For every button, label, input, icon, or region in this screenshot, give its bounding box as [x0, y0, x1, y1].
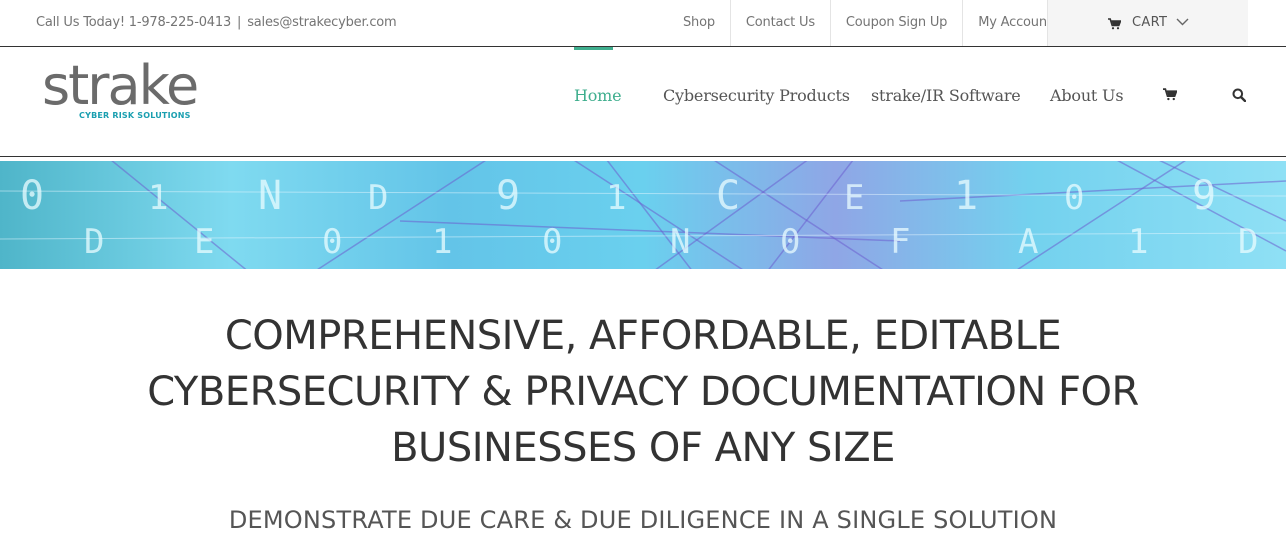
hero-subtitle: DEMONSTRATE DUE CARE & DUE DILIGENCE IN …: [228, 506, 1058, 534]
headline-line-2: CYBERSECURITY & PRIVACY DOCUMENTATION FO…: [147, 369, 1139, 415]
secondary-menu: Shop Contact Us Coupon Sign Up My Accoun…: [668, 0, 1067, 46]
banner-glyph: 1: [954, 173, 978, 219]
chevron-down-icon: [1176, 15, 1189, 34]
banner-glyph: D: [368, 178, 388, 218]
banner-glyph: 0: [1064, 178, 1084, 218]
banner-glyph: 0: [322, 222, 342, 262]
hero-headline: COMPREHENSIVE, AFFORDABLE, EDITABLE CYBE…: [0, 308, 1286, 476]
banner-glyph: E: [844, 178, 864, 218]
banner-glyph: 1: [1128, 222, 1148, 262]
nav-cart-icon[interactable]: [1163, 88, 1178, 106]
headline-line-3: BUSINESSES OF ANY SIZE: [391, 425, 895, 471]
banner-glyph: F: [890, 222, 910, 262]
headline-line-1: COMPREHENSIVE, AFFORDABLE, EDITABLE: [224, 313, 1062, 359]
top-menu-shop[interactable]: Shop: [668, 0, 730, 46]
banner-glyph: 1: [148, 178, 168, 218]
contact-info: Call Us Today! 1-978-225-0413 | sales@stra…: [36, 15, 397, 30]
search-icon[interactable]: [1232, 88, 1247, 107]
banner-glyph: D: [84, 222, 104, 262]
banner-glyph: 0: [542, 222, 562, 262]
active-nav-indicator: [574, 47, 613, 50]
main-header: strake CYBER RISK SOLUTIONS Home Cyberse…: [0, 47, 1286, 157]
contact-separator: |: [237, 15, 242, 30]
banner-glyph: 9: [1192, 173, 1216, 219]
top-bar: Call Us Today! 1-978-225-0413 | sales@stra…: [0, 0, 1286, 47]
banner-glyph: C: [716, 173, 740, 219]
banner-glyph: N: [670, 222, 690, 262]
nav-cybersecurity-products[interactable]: Cybersecurity Products: [663, 86, 850, 105]
banner-glyph: N: [258, 173, 282, 219]
nav-strake-ir-software[interactable]: strake/IR Software: [871, 86, 1021, 105]
email-link[interactable]: sales@strakecyber.com: [247, 15, 397, 30]
nav-about-us[interactable]: About Us: [1050, 86, 1124, 105]
cart-label: CART: [1132, 15, 1168, 30]
logo-wordmark: strake: [42, 54, 199, 117]
cart-dropdown-button[interactable]: CART: [1047, 0, 1248, 46]
top-menu-contact-us[interactable]: Contact Us: [729, 0, 830, 46]
banner-glyph: 0: [20, 173, 44, 219]
phone-text: Call Us Today! 1-978-225-0413: [36, 15, 232, 30]
cart-icon: [1108, 17, 1122, 35]
nav-home[interactable]: Home: [574, 86, 622, 105]
hero-banner-image: 0D1EN0D1901NC0EF1A019D: [0, 161, 1286, 269]
banner-glyph: 0: [780, 222, 800, 262]
binary-code-graphic: 0D1EN0D1901NC0EF1A019D: [0, 161, 1286, 269]
banner-glyph: E: [194, 222, 214, 262]
top-menu-coupon-sign-up[interactable]: Coupon Sign Up: [829, 0, 962, 46]
banner-glyph: D: [1238, 222, 1258, 262]
logo-tagline: CYBER RISK SOLUTIONS: [79, 111, 191, 120]
banner-glyph: A: [1018, 222, 1038, 262]
banner-glyph: 1: [432, 222, 452, 262]
banner-glyph: 1: [606, 178, 626, 218]
banner-glyph: 9: [496, 173, 520, 219]
